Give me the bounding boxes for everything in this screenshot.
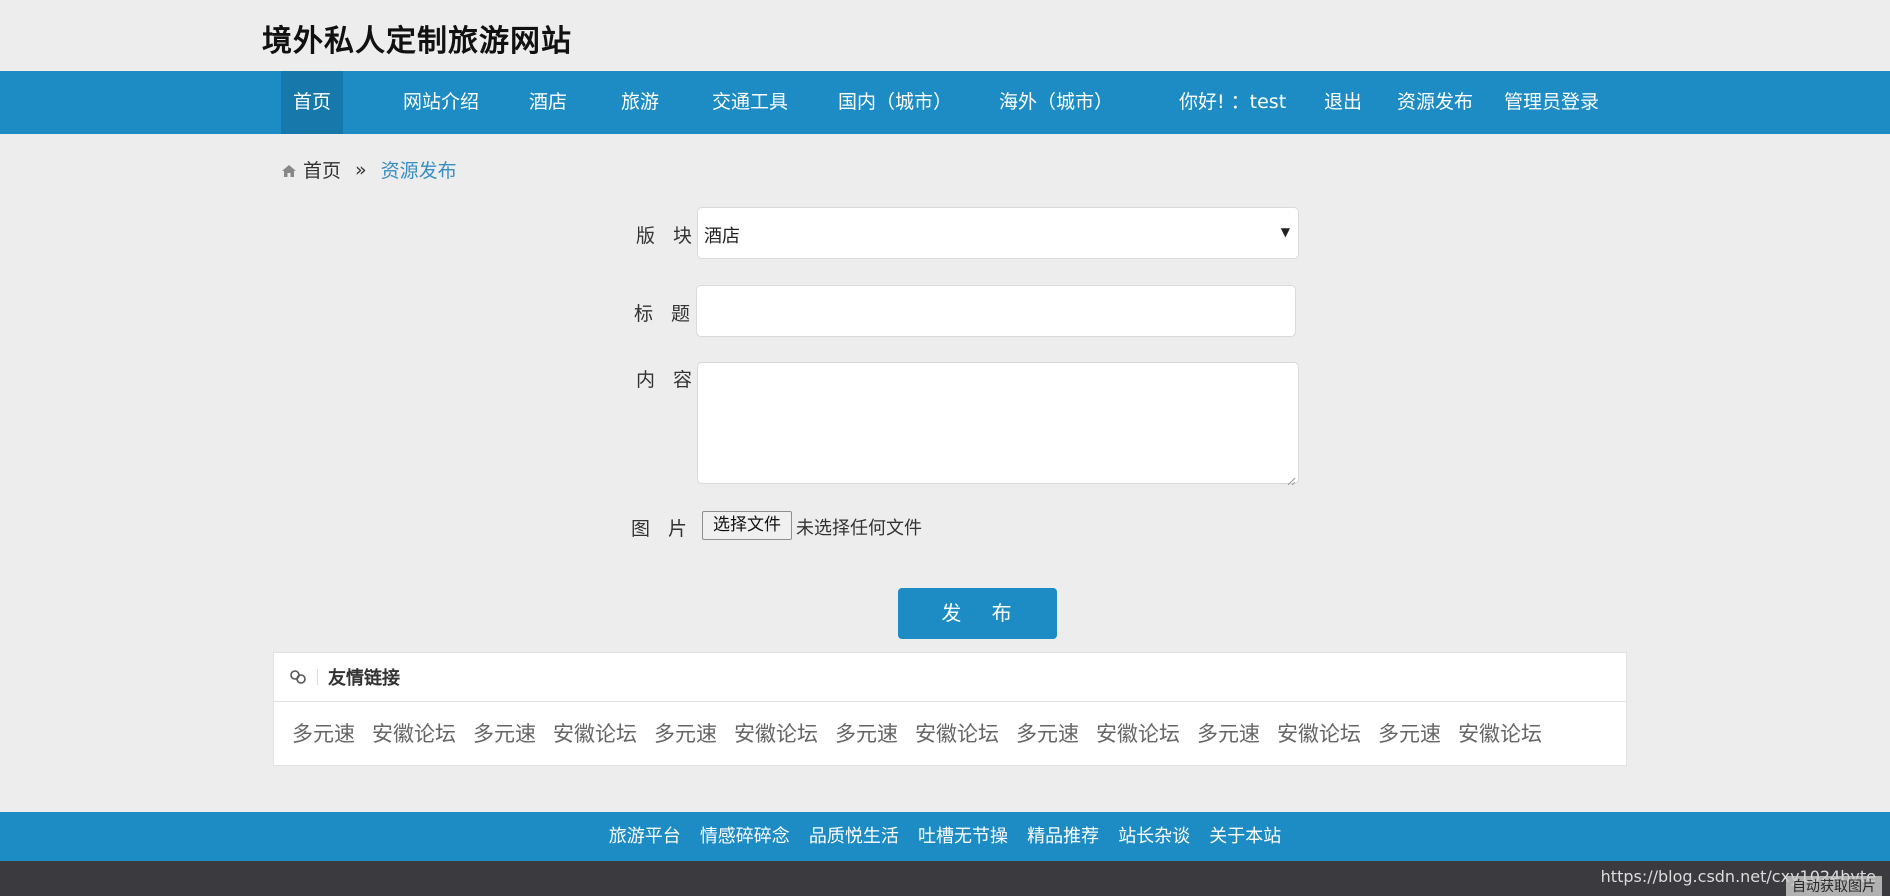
footer-link[interactable]: 情感碎碎念 bbox=[700, 812, 790, 861]
nav-item-hotel[interactable]: 酒店 bbox=[517, 71, 579, 134]
nav-item-home[interactable]: 首页 bbox=[281, 71, 344, 134]
friend-link[interactable]: 安徽论坛 bbox=[734, 718, 818, 748]
friend-link[interactable]: 多元速 bbox=[292, 718, 355, 748]
breadcrumb-home[interactable]: 首页 bbox=[303, 156, 341, 183]
file-status-text: 未选择任何文件 bbox=[796, 518, 922, 539]
friend-link[interactable]: 安徽论坛 bbox=[372, 718, 456, 748]
nav-item-publish[interactable]: 资源发布 bbox=[1385, 71, 1485, 134]
friend-link[interactable]: 安徽论坛 bbox=[1096, 718, 1180, 748]
friend-link[interactable]: 多元速 bbox=[1016, 718, 1079, 748]
title-input[interactable] bbox=[696, 285, 1296, 337]
content-textarea[interactable] bbox=[697, 362, 1299, 486]
image-label: 图 片 bbox=[631, 518, 694, 540]
friend-links-panel: 友情链接 多元速 安徽论坛 多元速 安徽论坛 多元速 安徽论坛 多元速 安徽论坛… bbox=[273, 652, 1627, 766]
friend-link[interactable]: 安徽论坛 bbox=[1458, 718, 1542, 748]
publish-button[interactable]: 发 布 bbox=[898, 588, 1057, 639]
content-label: 内 容 bbox=[636, 369, 699, 391]
link-icon bbox=[289, 668, 307, 686]
nav-greeting: 你好! ：test bbox=[1179, 91, 1287, 113]
friend-link[interactable]: 多元速 bbox=[654, 718, 717, 748]
section-select[interactable]: 酒店 ▼ bbox=[697, 207, 1299, 259]
friend-link[interactable]: 安徽论坛 bbox=[1277, 718, 1361, 748]
nav-item-domestic[interactable]: 国内（城市） bbox=[826, 71, 964, 134]
nav-item-transport[interactable]: 交通工具 bbox=[700, 71, 800, 134]
choose-file-button[interactable]: 选择文件 bbox=[702, 511, 792, 540]
breadcrumb-current[interactable]: 资源发布 bbox=[381, 156, 457, 183]
friend-links-list: 多元速 安徽论坛 多元速 安徽论坛 多元速 安徽论坛 多元速 安徽论坛 多元速 … bbox=[274, 702, 1626, 748]
nav-item-travel[interactable]: 旅游 bbox=[609, 71, 671, 134]
friend-link[interactable]: 多元速 bbox=[835, 718, 898, 748]
breadcrumb: 首页 » 资源发布 bbox=[281, 156, 457, 183]
auto-image-badge: 自动获取图片 bbox=[1786, 876, 1882, 896]
footer-link[interactable]: 精品推荐 bbox=[1027, 812, 1099, 861]
footer-nav: 旅游平台 情感碎碎念 品质悦生活 吐槽无节操 精品推荐 站长杂谈 关于本站 bbox=[0, 812, 1890, 861]
friend-links-title: 友情链接 bbox=[328, 668, 400, 689]
nav-item-logout[interactable]: 退出 bbox=[1312, 71, 1374, 134]
home-icon bbox=[281, 162, 297, 178]
footer-link[interactable]: 吐槽无节操 bbox=[918, 812, 1008, 861]
nav-item-overseas[interactable]: 海外（城市） bbox=[987, 71, 1125, 134]
nav-item-about[interactable]: 网站介绍 bbox=[391, 71, 491, 134]
resize-grip-icon[interactable] bbox=[1286, 471, 1296, 486]
footer-link[interactable]: 旅游平台 bbox=[609, 812, 681, 861]
section-label: 版 块 bbox=[636, 225, 699, 247]
site-title: 境外私人定制旅游网站 bbox=[262, 24, 572, 59]
main-navbar: 首页 网站介绍 酒店 旅游 交通工具 国内（城市） 海外（城市） 你好! ：te… bbox=[0, 71, 1890, 134]
breadcrumb-separator: » bbox=[355, 158, 367, 181]
chevron-down-icon: ▼ bbox=[1280, 225, 1290, 239]
friend-link[interactable]: 多元速 bbox=[1378, 718, 1441, 748]
header-divider bbox=[317, 669, 318, 685]
footer-link[interactable]: 站长杂谈 bbox=[1118, 812, 1190, 861]
section-select-value: 酒店 bbox=[704, 226, 740, 247]
friend-link[interactable]: 多元速 bbox=[1197, 718, 1260, 748]
friend-link[interactable]: 安徽论坛 bbox=[553, 718, 637, 748]
friend-link[interactable]: 安徽论坛 bbox=[915, 718, 999, 748]
friend-links-header: 友情链接 bbox=[274, 653, 1626, 702]
footer-bottom-bar: https://blog.csdn.net/cxy1024byte 自动获取图片 bbox=[0, 861, 1890, 896]
footer-link[interactable]: 关于本站 bbox=[1209, 812, 1281, 861]
title-label: 标 题 bbox=[634, 303, 697, 325]
footer-link[interactable]: 品质悦生活 bbox=[809, 812, 899, 861]
nav-item-admin-login[interactable]: 管理员登录 bbox=[1492, 71, 1611, 134]
friend-link[interactable]: 多元速 bbox=[473, 718, 536, 748]
